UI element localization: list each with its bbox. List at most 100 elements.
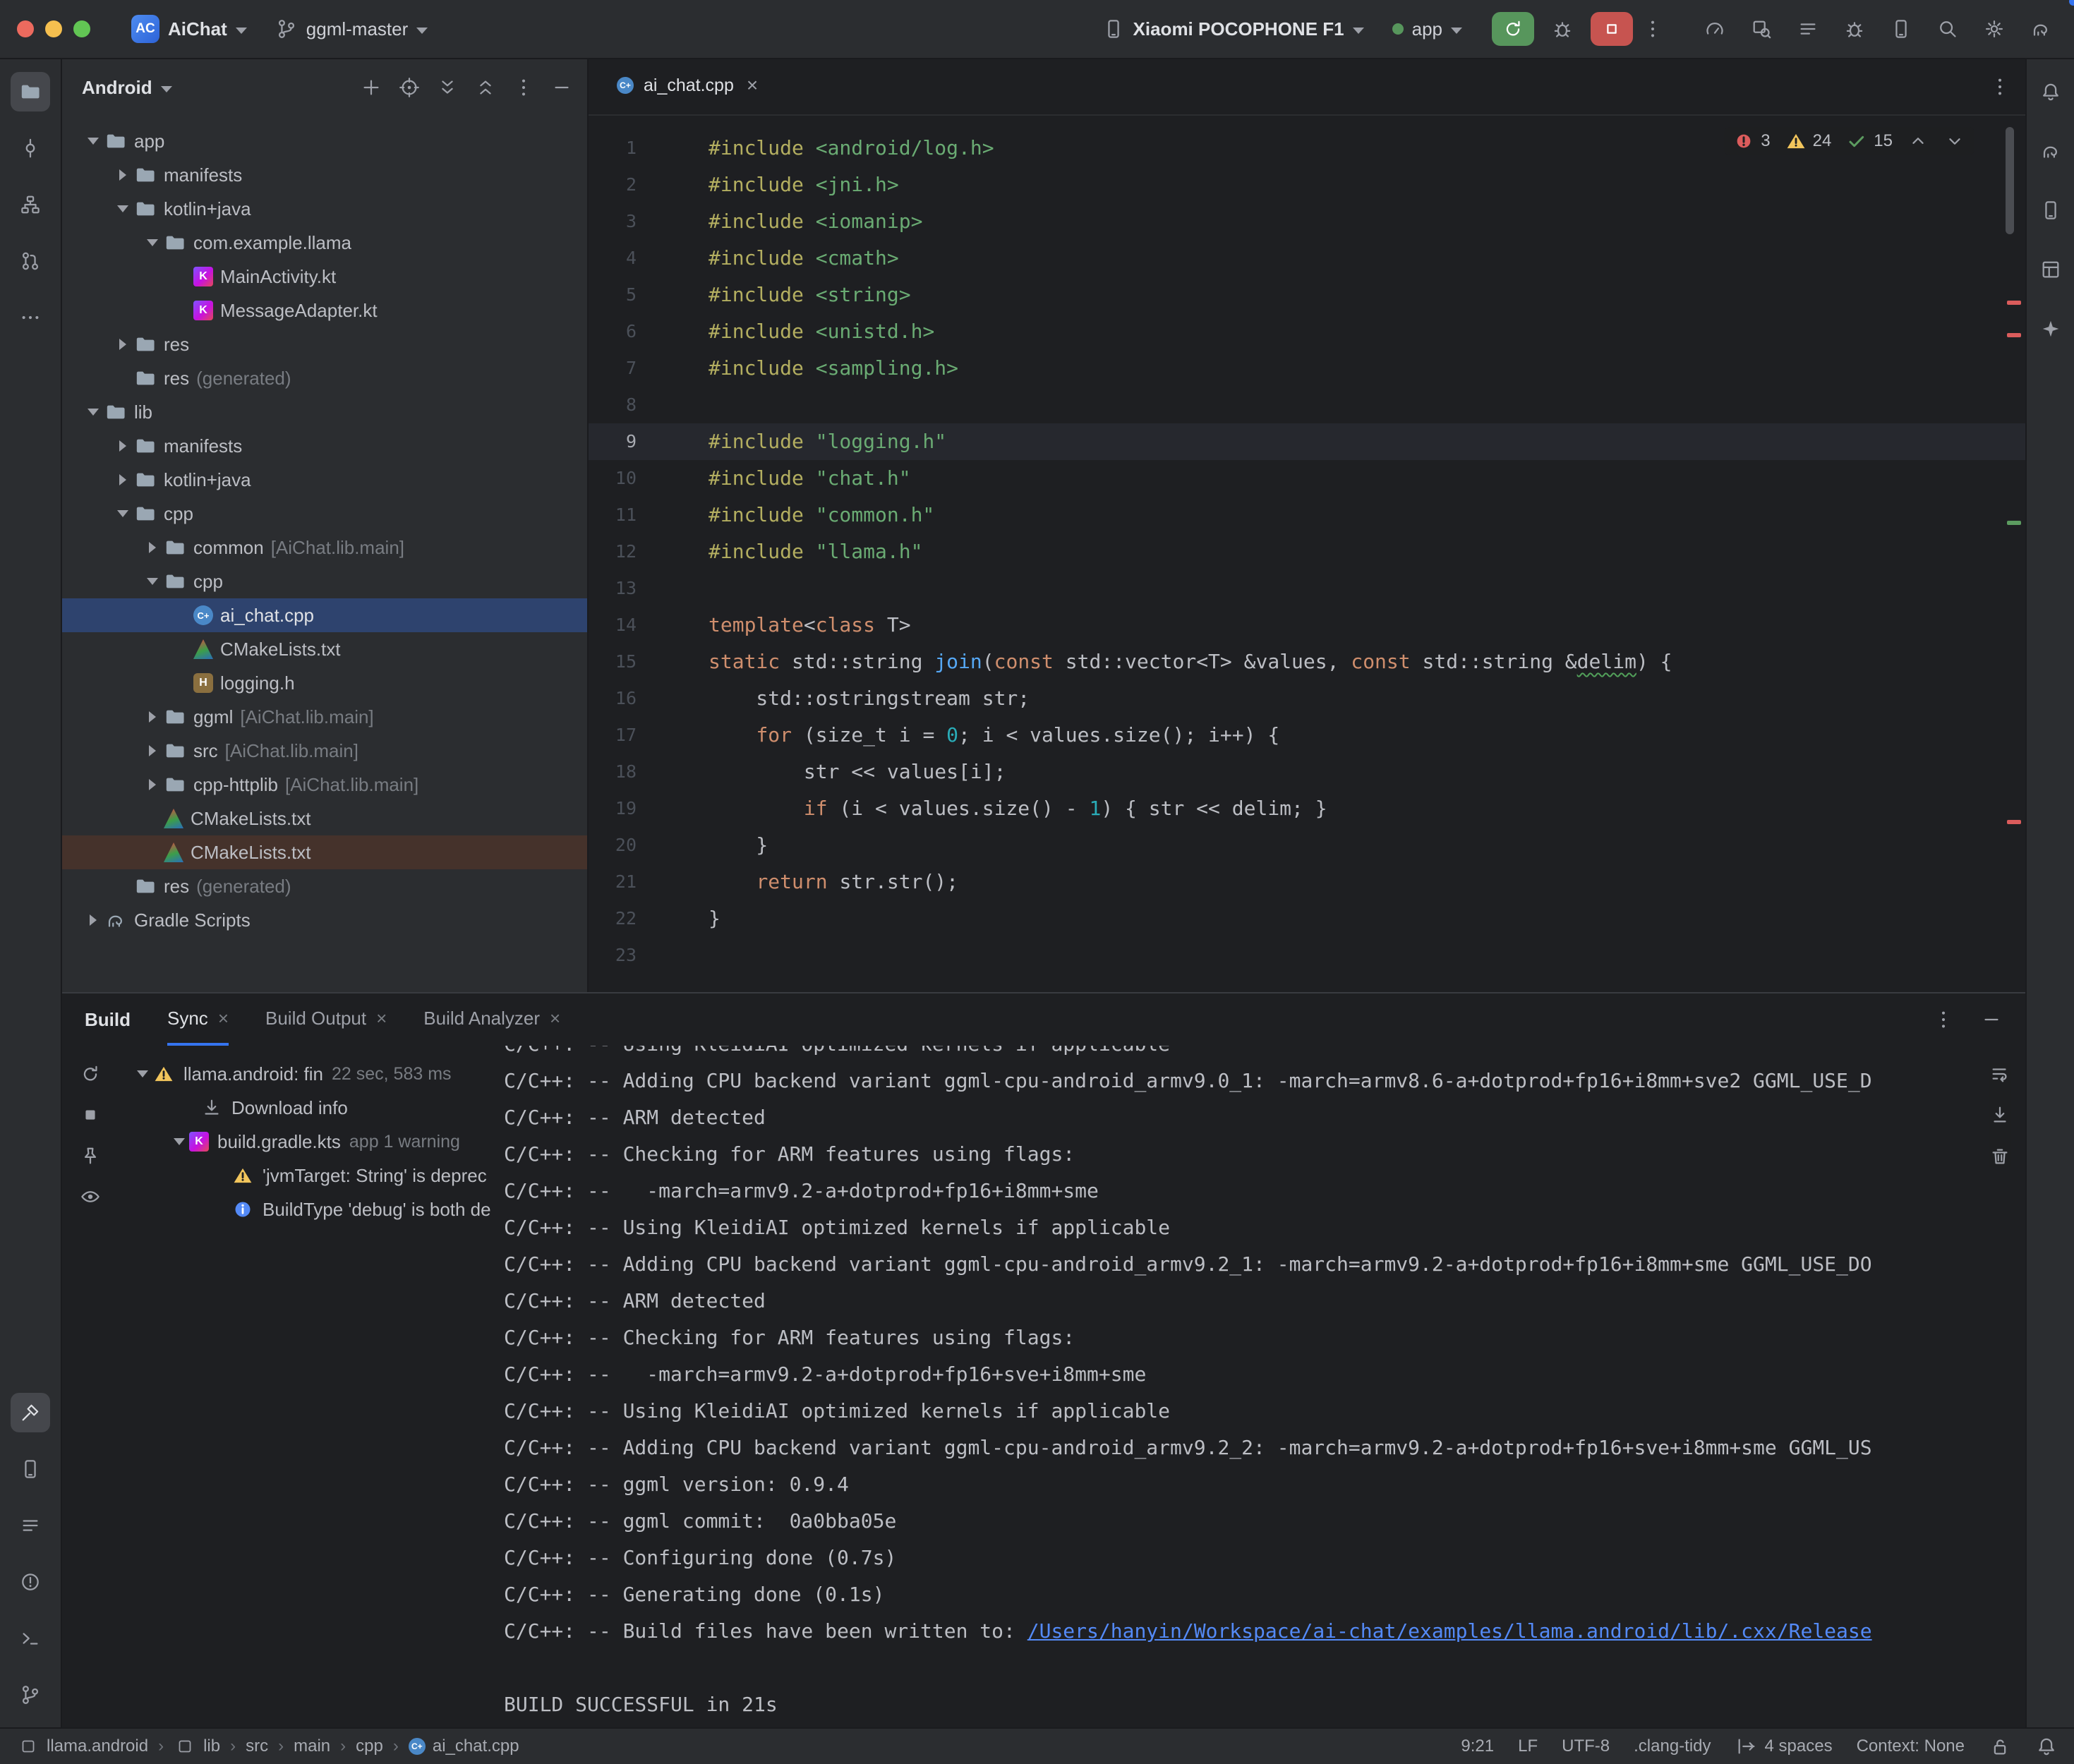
tree-item-cpp[interactable]: cpp [62, 497, 587, 531]
tree-item-common[interactable]: common[AiChat.lib.main] [62, 531, 587, 564]
build-icon[interactable] [11, 1393, 50, 1432]
breadcrumb-item-ai-chat-cpp[interactable]: ai_chat.cpp [409, 1736, 519, 1756]
code-line[interactable]: 15static std::string join(const std::vec… [589, 644, 2025, 680]
chevron-right-icon[interactable] [111, 440, 134, 452]
chevron-right-icon[interactable] [141, 711, 164, 723]
sync-refresh-icon[interactable] [79, 1063, 102, 1085]
assistant-icon[interactable] [2031, 309, 2070, 349]
build-tab-build-output[interactable]: Build Output [265, 993, 387, 1046]
tree-item-res[interactable]: res(generated) [62, 361, 587, 395]
lock-icon[interactable] [1989, 1735, 2011, 1758]
locate-icon[interactable] [398, 76, 421, 99]
code-editor[interactable]: 1#include <android/log.h>2#include <jni.… [589, 116, 2025, 992]
run-button[interactable] [1492, 12, 1534, 46]
project-icon[interactable] [11, 72, 50, 111]
tree-item-kotlin-java[interactable]: kotlin+java [62, 463, 587, 497]
terminal-icon[interactable] [11, 1619, 50, 1658]
tab-options-icon[interactable] [1989, 75, 2011, 98]
project-view-selector[interactable]: Android [82, 77, 152, 99]
line-separator[interactable]: LF [1518, 1736, 1538, 1756]
hide-panel-icon[interactable] [550, 76, 573, 99]
breadcrumb-item-llama-android[interactable]: llama.android [17, 1735, 148, 1758]
indent-widget[interactable]: 4 spaces [1735, 1735, 1833, 1758]
prev-issue-icon[interactable] [1907, 130, 1929, 152]
clang-tidy-widget[interactable]: .clang-tidy [1634, 1736, 1711, 1756]
run-options-icon[interactable] [1641, 18, 1664, 40]
caret-position[interactable]: 9:21 [1461, 1736, 1494, 1756]
debug-button[interactable] [1551, 18, 1574, 40]
chevron-right-icon[interactable] [82, 914, 104, 926]
version-control-icon[interactable] [11, 1675, 50, 1715]
build-tree-item[interactable]: 'jvmTarget: String' is deprec [119, 1159, 493, 1192]
device-manager-icon[interactable] [11, 1449, 50, 1489]
tree-item-lib[interactable]: lib [62, 395, 587, 429]
add-icon[interactable] [360, 76, 382, 99]
tree-item-ggml[interactable]: ggml[AiChat.lib.main] [62, 700, 587, 734]
close-tab-icon[interactable] [550, 1008, 560, 1029]
chevron-right-icon[interactable] [141, 779, 164, 790]
tree-item-res[interactable]: res(generated) [62, 869, 587, 903]
error-stripe-mark[interactable] [2007, 820, 2021, 824]
code-line[interactable]: 3#include <iomanip> [589, 203, 2025, 240]
stop-button[interactable] [1591, 12, 1633, 46]
tree-item-manifests[interactable]: manifests [62, 429, 587, 463]
tree-item-res[interactable]: res [62, 327, 587, 361]
running-devices-icon[interactable] [2031, 191, 2070, 230]
code-line[interactable]: 7#include <sampling.h> [589, 350, 2025, 387]
tree-item-logging-h[interactable]: logging.h [62, 666, 587, 700]
editor-tab[interactable]: ai_chat.cpp [603, 59, 772, 114]
settings-icon[interactable] [1983, 18, 2006, 40]
chevron-right-icon[interactable] [111, 474, 134, 485]
code-line[interactable]: 6#include <unistd.h> [589, 313, 2025, 350]
close-window-button[interactable] [17, 20, 34, 37]
chevron-down-icon[interactable] [141, 578, 164, 585]
code-line[interactable]: 9#include "logging.h" [589, 423, 2025, 460]
tree-item-cpp-httplib[interactable]: cpp-httplib[AiChat.lib.main] [62, 768, 587, 802]
chevron-right-icon[interactable] [111, 169, 134, 181]
inspections-widget[interactable]: 3 24 15 [1724, 127, 1974, 155]
run-config-selector[interactable]: app [1382, 14, 1472, 44]
code-line[interactable]: 11#include "common.h" [589, 497, 2025, 533]
chevron-right-icon[interactable] [141, 542, 164, 553]
build-tree-item[interactable]: BuildType 'debug' is both de [119, 1192, 493, 1226]
code-line[interactable]: 17 for (size_t i = 0; i < values.size();… [589, 717, 2025, 754]
gradle-sync-icon[interactable] [2030, 18, 2052, 40]
filter-eye-icon[interactable] [79, 1185, 102, 1208]
chevron-right-icon[interactable] [111, 339, 134, 350]
options-icon[interactable] [1932, 1008, 1955, 1031]
code-line[interactable]: 22} [589, 900, 2025, 937]
zoom-window-button[interactable] [73, 20, 90, 37]
code-line[interactable]: 5#include <string> [589, 277, 2025, 313]
breadcrumb-item-cpp[interactable]: cpp [356, 1736, 383, 1756]
file-encoding[interactable]: UTF-8 [1562, 1736, 1610, 1756]
chevron-right-icon[interactable] [141, 745, 164, 756]
tree-item-ai-chat-cpp[interactable]: ai_chat.cpp [62, 598, 587, 632]
scroll-to-end-icon[interactable] [1989, 1104, 2011, 1126]
build-tree-item[interactable]: build.gradle.ktsapp 1 warning [119, 1125, 493, 1159]
device-explorer-icon[interactable] [1890, 18, 1912, 40]
breadcrumb-item-main[interactable]: main [294, 1736, 330, 1756]
chevron-down-icon[interactable] [141, 239, 164, 246]
tree-item-kotlin-java[interactable]: kotlin+java [62, 192, 587, 226]
next-issue-icon[interactable] [1943, 130, 1966, 152]
tree-item-manifests[interactable]: manifests [62, 158, 587, 192]
project-selector[interactable]: AC AiChat [121, 11, 257, 47]
code-line[interactable]: 16 std::ostringstream str; [589, 680, 2025, 717]
code-line[interactable]: 13 [589, 570, 2025, 607]
code-line[interactable]: 4#include <cmath> [589, 240, 2025, 277]
build-tree-item[interactable]: llama.android: fin22 sec, 583 ms [119, 1057, 493, 1091]
device-selector[interactable]: Xiaomi POCOPHONE F1 [1092, 13, 1374, 44]
hide-panel-icon[interactable] [1980, 1008, 2003, 1031]
pull-requests-icon[interactable] [11, 241, 50, 281]
layout-inspector-icon[interactable] [2031, 250, 2070, 289]
logcat-icon[interactable] [11, 1506, 50, 1545]
build-tab-sync[interactable]: Sync [167, 993, 229, 1046]
options-icon[interactable] [512, 76, 535, 99]
code-line[interactable]: 23 [589, 937, 2025, 974]
context-widget[interactable]: Context: None [1857, 1736, 1965, 1756]
attach-debugger-icon[interactable] [1843, 18, 1866, 40]
build-tree-item[interactable]: Download info [119, 1091, 493, 1125]
more-icon[interactable] [11, 298, 50, 337]
status-notifications-icon[interactable] [2035, 1735, 2058, 1758]
code-line[interactable]: 2#include <jni.h> [589, 167, 2025, 203]
